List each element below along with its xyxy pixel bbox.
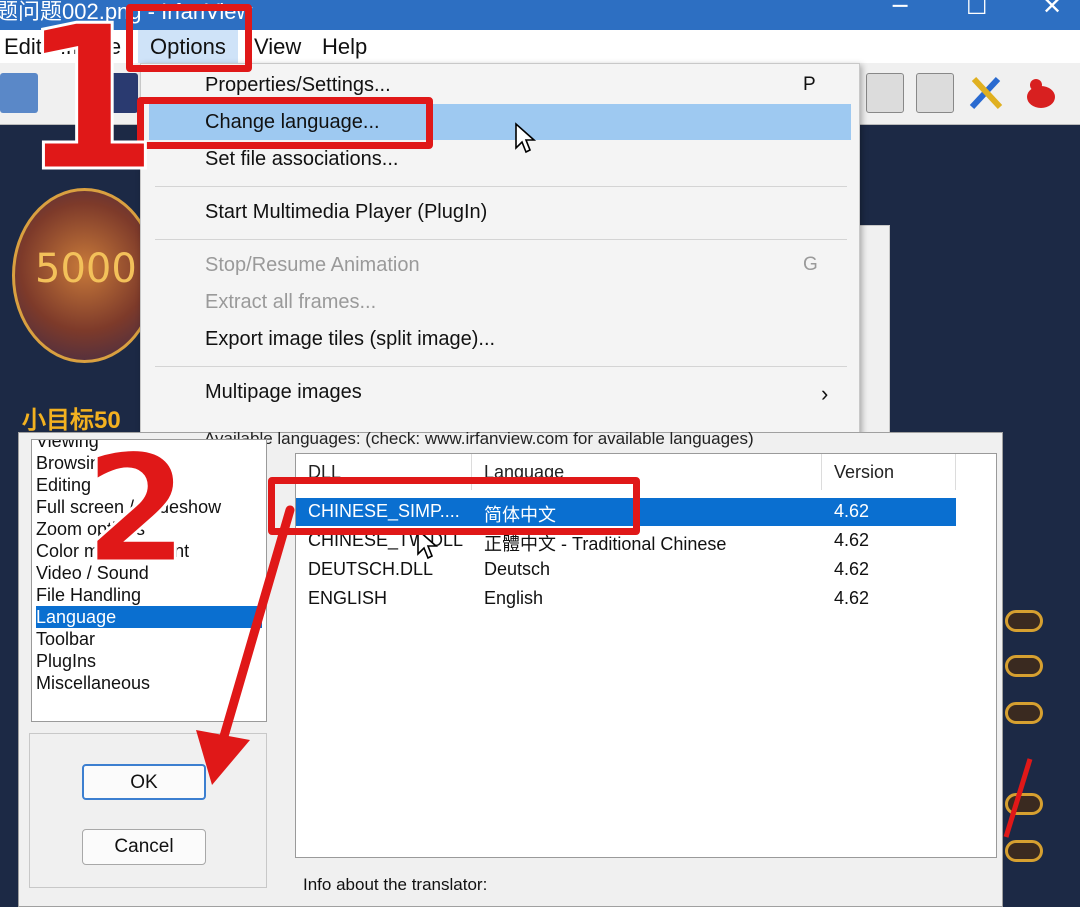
menu-separator — [155, 186, 847, 187]
version-cell: 4.62 — [834, 559, 870, 579]
menu-view[interactable]: View — [254, 34, 301, 60]
irfanview-logo-icon[interactable] — [1022, 73, 1060, 113]
menu-item-multipage-images[interactable]: Multipage images — [205, 381, 362, 404]
mouse-cursor-icon — [515, 122, 537, 154]
small-arrow-icon — [1003, 758, 1033, 838]
highlight-box-change-language — [137, 97, 433, 149]
previous-icon[interactable] — [866, 73, 904, 113]
version-cell: 4.62 — [834, 530, 870, 550]
menu-item-properties-settings[interactable]: Properties/Settings... — [205, 74, 391, 97]
toggle-graphic — [1005, 655, 1043, 677]
minimize-button[interactable]: ─ — [893, 0, 907, 20]
highlight-box-chinese-simp — [268, 477, 640, 535]
next-icon[interactable] — [916, 73, 954, 113]
available-languages-label: Available languages: (check: www.irfanvi… — [204, 429, 754, 448]
annotation-arrow-icon — [196, 505, 295, 785]
dll-cell: ENGLISH — [308, 588, 388, 608]
table-row[interactable]: DEUTSCH.DLL Deutsch 4.62 — [296, 556, 956, 584]
maximize-button[interactable]: ☐ — [966, 0, 988, 20]
column-header-version[interactable]: Version — [822, 454, 956, 490]
translator-info-label: Info about the translator: — [303, 875, 488, 894]
language-cell: English — [484, 588, 544, 608]
shortcut-label: P — [803, 74, 816, 95]
language-cell: Deutsch — [484, 559, 551, 579]
step-number-2: 2 — [82, 423, 189, 597]
coin-text: 5000 — [35, 246, 137, 292]
menu-separator — [155, 239, 847, 240]
menu-separator — [155, 366, 847, 367]
cancel-button[interactable]: Cancel — [82, 829, 206, 865]
step-number-1: 1 — [18, 0, 160, 216]
shortcut-label: G — [803, 254, 818, 275]
table-row[interactable]: ENGLISH English 4.62 — [296, 585, 956, 613]
menu-item-stop-resume-animation: Stop/Resume Animation — [205, 254, 420, 276]
tools-icon[interactable] — [968, 73, 1006, 113]
side-panel-fragment — [858, 225, 890, 435]
close-button[interactable]: ✕ — [1042, 0, 1062, 20]
menu-help[interactable]: Help — [322, 34, 367, 60]
submenu-arrow-icon: › — [821, 381, 829, 406]
toggle-graphic — [1005, 702, 1043, 724]
toggle-graphic — [1005, 610, 1043, 632]
menu-item-start-multimedia-player[interactable]: Start Multimedia Player (PlugIn) — [205, 201, 487, 224]
version-cell: 4.62 — [834, 501, 870, 521]
ok-button[interactable]: OK — [82, 764, 206, 800]
menu-item-extract-all-frames: Extract all frames... — [205, 291, 377, 313]
menu-item-export-image-tiles[interactable]: Export image tiles (split image)... — [205, 328, 495, 351]
version-cell: 4.62 — [834, 588, 870, 608]
menu-item-set-file-associations[interactable]: Set file associations... — [205, 148, 398, 171]
dll-cell: DEUTSCH.DLL — [308, 559, 434, 579]
